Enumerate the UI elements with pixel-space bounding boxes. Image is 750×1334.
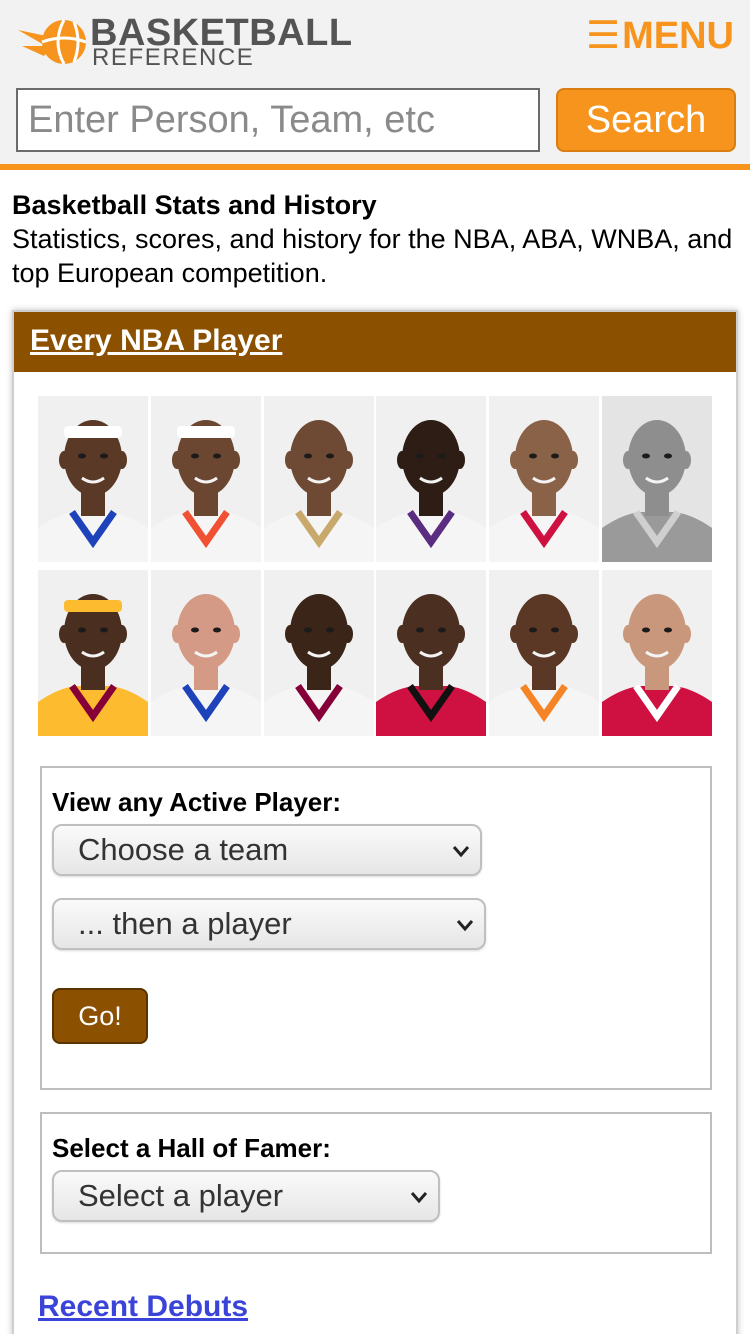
player-photo[interactable]: [150, 570, 261, 736]
search-button[interactable]: Search: [556, 88, 736, 152]
player-headshot-icon: [489, 570, 600, 736]
hall-of-fame-box: Select a Hall of Famer: Select a player: [40, 1112, 712, 1254]
page-description: Statistics, scores, and history for the …: [12, 224, 733, 288]
player-photo[interactable]: [489, 396, 600, 562]
site-header: BASKETBALL REFERENCE ☰MENU Search: [0, 0, 750, 170]
intro-section: Basketball Stats and History Statistics,…: [12, 188, 738, 290]
player-headshot-icon: [602, 396, 712, 562]
player-headshot-icon: [263, 396, 374, 562]
player-headshot-icon: [150, 396, 261, 562]
header-divider: [0, 164, 750, 170]
chevron-down-icon: [456, 920, 474, 932]
player-select-value: ... then a player: [78, 906, 292, 941]
player-photo[interactable]: [263, 396, 374, 562]
team-select-value: Choose a team: [78, 832, 289, 867]
logo-wordmark-bottom: REFERENCE: [92, 44, 255, 71]
player-photo[interactable]: [263, 570, 374, 736]
recent-debuts-link[interactable]: Recent Debuts: [38, 1288, 248, 1326]
chevron-down-icon: [410, 1192, 428, 1204]
player-headshot-icon: [489, 396, 600, 562]
active-player-label: View any Active Player:: [52, 787, 342, 817]
player-photo-grid: [38, 396, 712, 738]
player-photo[interactable]: [38, 570, 148, 736]
chevron-down-icon: [452, 846, 470, 858]
player-select[interactable]: ... then a player: [52, 898, 486, 950]
basketball-logo-icon: [18, 19, 87, 65]
hamburger-icon: ☰: [586, 15, 621, 57]
player-headshot-icon: [150, 570, 261, 736]
player-headshot-icon: [376, 396, 487, 562]
site-logo[interactable]: BASKETBALL REFERENCE: [16, 14, 356, 70]
page-title: Basketball Stats and History: [12, 190, 377, 220]
player-headshot-icon: [602, 570, 712, 736]
menu-button[interactable]: ☰MENU: [586, 14, 734, 58]
player-photo[interactable]: [150, 396, 261, 562]
active-player-box: View any Active Player: Choose a team ..…: [40, 766, 712, 1090]
hall-of-fame-label: Select a Hall of Famer:: [52, 1133, 331, 1163]
player-photo[interactable]: [602, 570, 712, 736]
player-headshot-icon: [376, 570, 487, 736]
player-photo[interactable]: [489, 570, 600, 736]
every-nba-player-card: Every NBA Player View any Active Player:…: [12, 310, 738, 1334]
player-headshot-icon: [38, 396, 148, 562]
every-nba-player-link[interactable]: Every NBA Player: [30, 322, 282, 360]
search-input[interactable]: [16, 88, 540, 152]
hall-of-fame-select-value: Select a player: [78, 1178, 284, 1213]
player-headshot-icon: [38, 570, 148, 736]
player-photo[interactable]: [376, 396, 487, 562]
player-photo[interactable]: [38, 396, 148, 562]
team-select[interactable]: Choose a team: [52, 824, 482, 876]
player-headshot-icon: [263, 570, 374, 736]
go-button[interactable]: Go!: [52, 988, 148, 1044]
menu-label: MENU: [622, 15, 734, 57]
card-header: Every NBA Player: [14, 312, 736, 372]
hall-of-fame-select[interactable]: Select a player: [52, 1170, 440, 1222]
player-photo[interactable]: [376, 570, 487, 736]
player-photo[interactable]: [602, 396, 712, 562]
